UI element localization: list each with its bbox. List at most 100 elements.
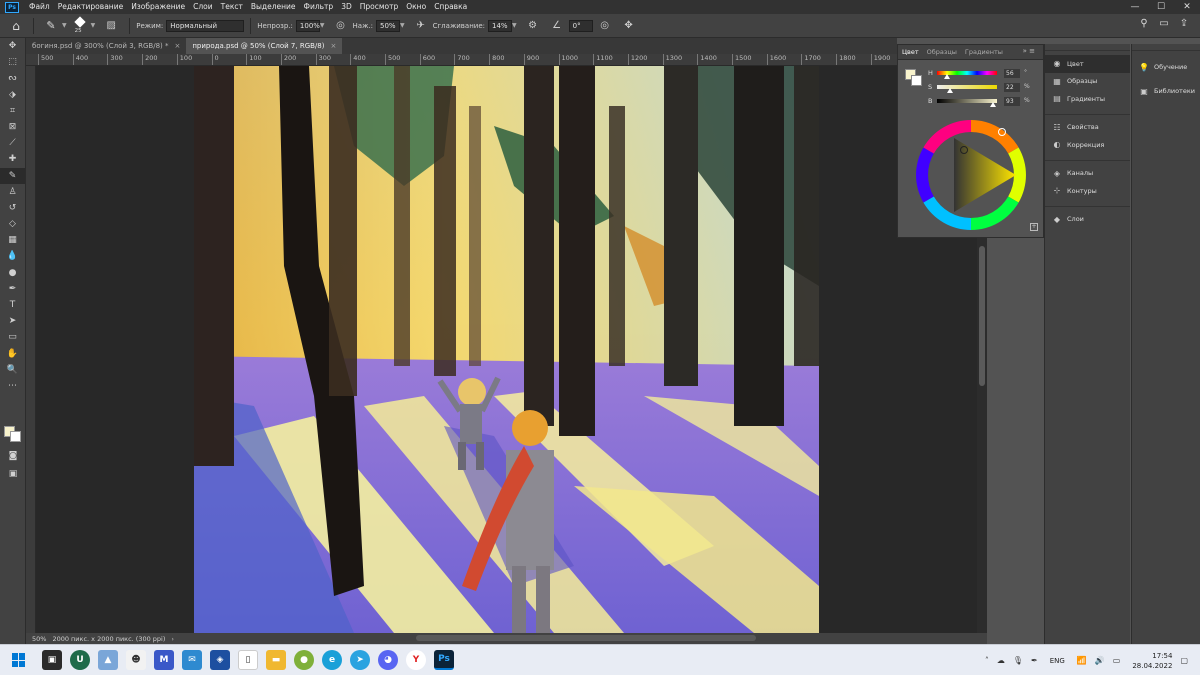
windows-start-icon[interactable] — [12, 653, 26, 667]
chevron-down-icon[interactable]: ▼ — [91, 22, 96, 29]
saturation-value[interactable]: 22 — [1004, 83, 1020, 92]
close-icon[interactable]: × — [330, 38, 336, 54]
blur-tool-icon[interactable]: 💧 — [0, 248, 25, 264]
dodge-tool-icon[interactable]: ● — [0, 265, 25, 281]
dock-item-adjustments[interactable]: ◐ Коррекция — [1045, 136, 1130, 154]
brush-settings-icon[interactable]: ▨ — [103, 20, 119, 31]
path-select-tool-icon[interactable]: ➤ — [0, 313, 25, 329]
share-icon[interactable]: ⇪ — [1174, 18, 1194, 29]
mail-icon[interactable]: ✉ — [182, 650, 202, 670]
background-color-swatch[interactable] — [10, 431, 21, 442]
move-tool-icon[interactable]: ✥ — [0, 38, 25, 54]
dock-item-layers[interactable]: ◆ Слои — [1045, 211, 1130, 229]
mode-select[interactable]: Нормальный — [166, 19, 245, 32]
yandex-browser-icon[interactable]: Y — [406, 650, 426, 670]
quick-select-tool-icon[interactable]: ⬗ — [0, 87, 25, 103]
photos-icon[interactable]: ▲ — [98, 650, 118, 670]
menu-window[interactable]: Окно — [402, 0, 430, 14]
discord-icon[interactable]: ◕ — [378, 650, 398, 670]
menu-layers[interactable]: Слои — [189, 0, 217, 14]
angle-field[interactable]: 0° — [568, 19, 593, 32]
opacity-field[interactable]: 100% — [295, 19, 320, 32]
menu-select[interactable]: Выделение — [247, 0, 300, 14]
scrollbar-thumb[interactable] — [979, 246, 985, 386]
brush-tool-icon[interactable]: ✎ — [0, 167, 25, 184]
minimize-button[interactable]: — — [1122, 0, 1148, 14]
brush-tool-icon[interactable]: ✎ — [40, 19, 62, 32]
hue-value[interactable]: 56 — [1004, 69, 1020, 78]
smoothing-field[interactable]: 14% — [488, 19, 512, 32]
more-tools-icon[interactable]: ⋯ — [0, 378, 25, 394]
canvas-artwork[interactable] — [194, 66, 819, 633]
healing-tool-icon[interactable]: ✚ — [0, 151, 25, 167]
chevron-down-icon[interactable]: ▼ — [400, 22, 405, 29]
close-button[interactable]: ✕ — [1174, 0, 1200, 14]
airbrush-icon[interactable]: ✈ — [413, 20, 429, 31]
menu-3d[interactable]: 3D — [337, 0, 356, 14]
chevron-down-icon[interactable]: ▼ — [320, 22, 325, 29]
dock-item-libraries[interactable]: ▣ Библиотеки — [1132, 79, 1200, 103]
document-info[interactable]: 2000 пикс. x 2000 пикс. (300 ppi) — [52, 635, 165, 643]
security-shield-icon[interactable]: ◈ — [210, 650, 230, 670]
wifi-icon[interactable]: 📶 — [1077, 656, 1087, 665]
hue-slider-knob[interactable] — [943, 74, 950, 79]
tab-nature[interactable]: природа.psd @ 50% (Слой 7, RGB/8) × — [186, 38, 343, 54]
tab-color[interactable]: Цвет — [898, 48, 923, 56]
dock-item-properties[interactable]: ☷ Свойства — [1045, 119, 1130, 137]
flow-field[interactable]: 50% — [375, 19, 400, 32]
menu-image[interactable]: Изображение — [127, 0, 189, 14]
dock-item-channels[interactable]: ◈ Каналы — [1045, 165, 1130, 183]
search-icon[interactable]: ⚲ — [1134, 18, 1154, 29]
saturation-slider-knob[interactable] — [947, 88, 954, 93]
menu-view[interactable]: Просмотр — [356, 0, 403, 14]
brightness-value[interactable]: 93 — [1004, 97, 1020, 106]
battery-icon[interactable]: ▭ — [1113, 656, 1121, 665]
eyedropper-tool-icon[interactable]: ⟋ — [0, 135, 25, 151]
document-icon[interactable]: ▯ — [238, 650, 258, 670]
dock-item-learn[interactable]: 💡 Обучение — [1132, 55, 1200, 79]
horizontal-scrollbar-thumb[interactable] — [416, 635, 756, 641]
screen-mode-icon[interactable]: ▣ — [0, 466, 26, 482]
saturation-slider[interactable] — [937, 85, 997, 89]
shape-tool-icon[interactable]: ▭ — [0, 329, 25, 345]
workspace-icon[interactable]: ▭ — [1154, 18, 1174, 29]
gear-icon[interactable]: ⚙ — [525, 20, 541, 31]
dock-item-swatches[interactable]: ▦ Образцы — [1045, 73, 1130, 91]
chevron-up-icon[interactable]: ˄ — [985, 656, 989, 665]
volume-icon[interactable]: 🔊 — [1095, 656, 1105, 665]
notifications-icon[interactable]: ▢ — [1180, 656, 1188, 665]
quick-mask-icon[interactable]: ◙ — [0, 448, 26, 464]
pen-icon[interactable]: ✒ — [1031, 656, 1038, 665]
brightness-slider[interactable] — [937, 99, 997, 103]
brightness-slider-knob[interactable] — [989, 102, 996, 107]
brush-preset-picker[interactable]: 25 — [71, 15, 91, 36]
type-tool-icon[interactable]: T — [0, 297, 25, 313]
tab-goddess[interactable]: богиня.psd @ 300% (Слой 3, RGB/8) * × — [26, 38, 186, 54]
photoshop-taskbar-icon[interactable]: Ps — [434, 650, 454, 670]
tab-swatches[interactable]: Образцы — [923, 48, 961, 56]
canvas-workspace[interactable] — [36, 66, 977, 633]
dock-item-color[interactable]: ◉ Цвет — [1045, 55, 1130, 73]
telegram-icon[interactable]: ➤ — [350, 650, 370, 670]
chevron-down-icon[interactable]: ▼ — [62, 22, 67, 29]
game-icon[interactable]: ● — [294, 650, 314, 670]
zoom-level[interactable]: 50% — [32, 635, 46, 643]
chevron-right-icon[interactable]: › — [171, 635, 174, 643]
marquee-tool-icon[interactable]: ⬚ — [0, 54, 25, 70]
microphone-icon[interactable]: 🎙 — [1013, 656, 1023, 665]
maximize-button[interactable]: ☐ — [1148, 0, 1174, 14]
menu-filter[interactable]: Фильтр — [300, 0, 338, 14]
pressure-size-icon[interactable]: ◎ — [597, 20, 613, 31]
dock-item-gradients[interactable]: ▤ Градиенты — [1045, 90, 1130, 108]
lasso-tool-icon[interactable]: ᔓ — [0, 70, 25, 86]
gradient-tool-icon[interactable]: ▦ — [0, 232, 25, 248]
artstation-icon[interactable]: M — [154, 650, 174, 670]
add-swatch-icon[interactable]: + — [1030, 223, 1038, 231]
tab-gradients[interactable]: Градиенты — [961, 48, 1007, 56]
edge-browser-icon[interactable]: e — [322, 650, 342, 670]
frame-tool-icon[interactable]: ⊠ — [0, 119, 25, 135]
character-app-icon[interactable]: ☻ — [126, 650, 146, 670]
home-icon[interactable]: ⌂ — [5, 16, 27, 36]
dock-item-paths[interactable]: ⊹ Контуры — [1045, 182, 1130, 200]
panel-menu-icon[interactable]: » ≡ — [1019, 47, 1039, 55]
